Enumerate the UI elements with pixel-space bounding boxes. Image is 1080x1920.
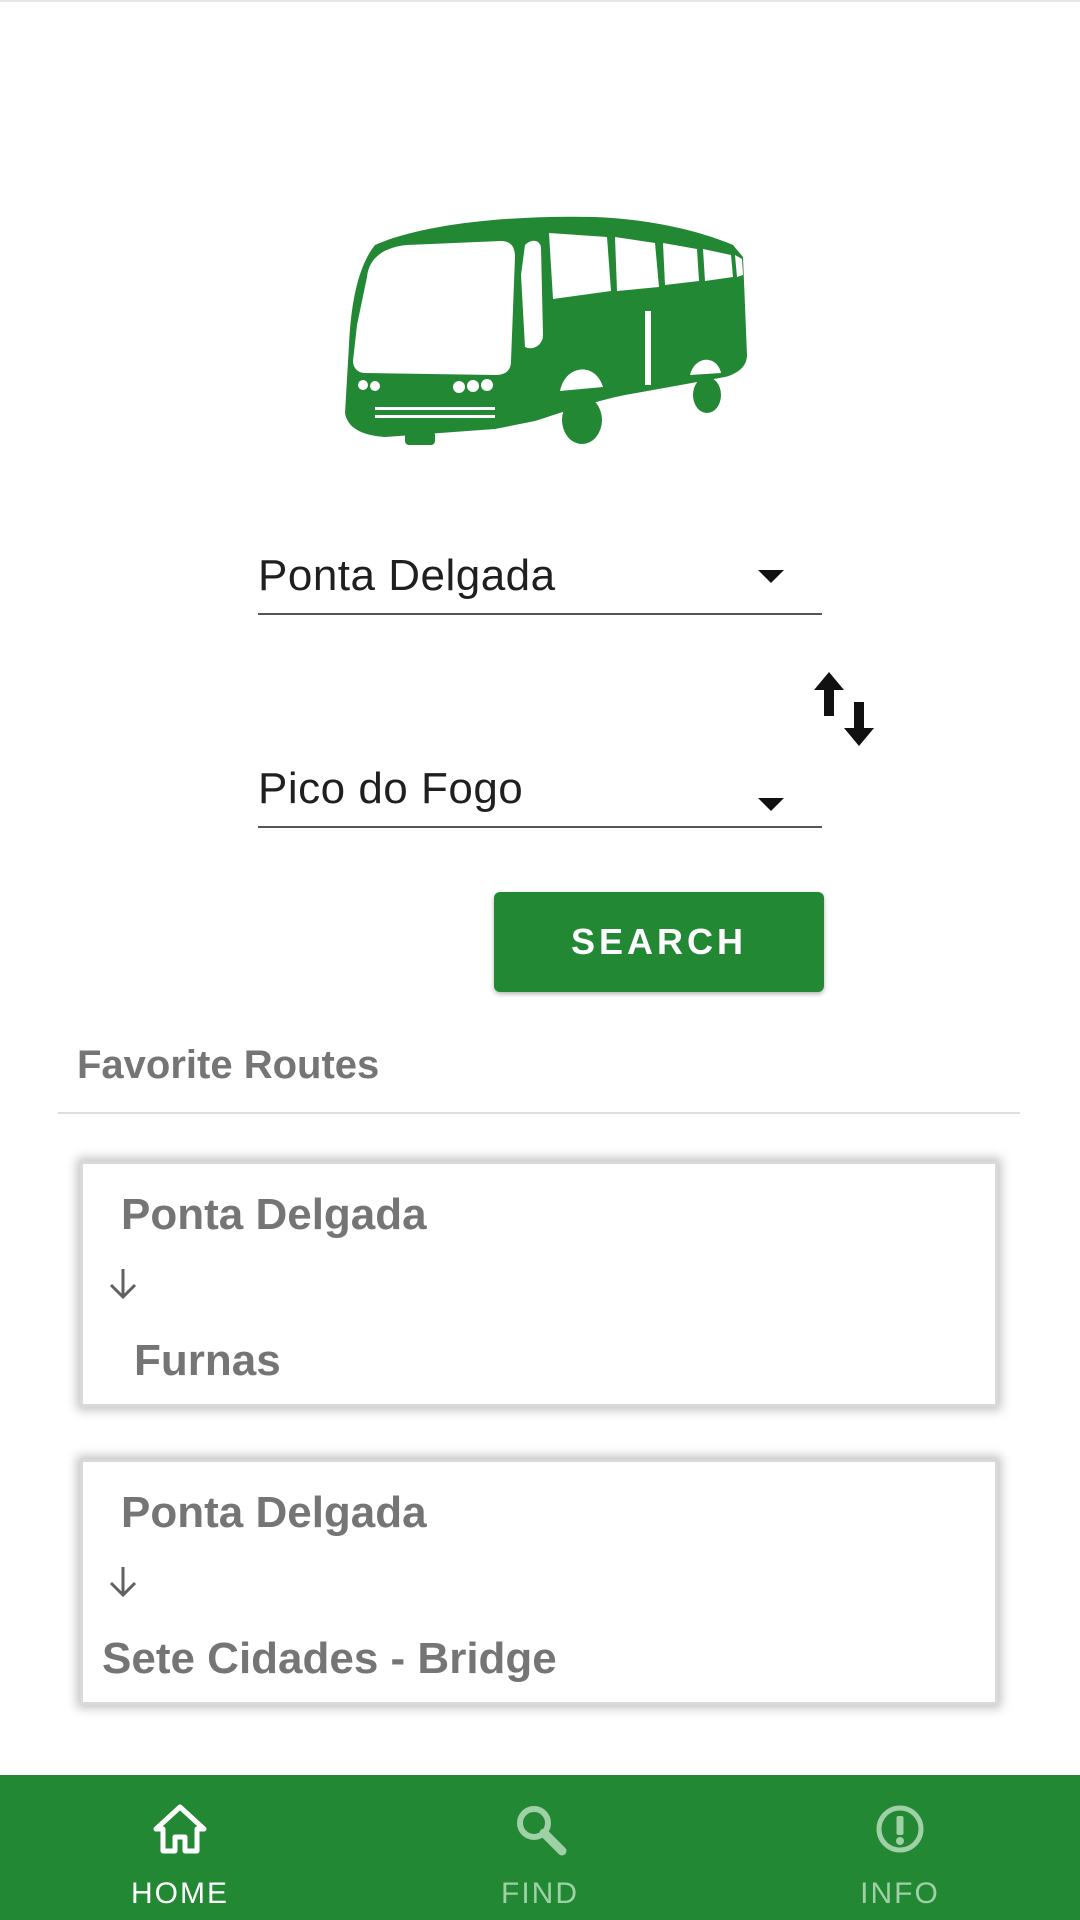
chevron-down-icon: [758, 570, 784, 583]
route-destination: Furnas: [134, 1336, 281, 1385]
favorite-route-card[interactable]: Ponta Delgada Sete Cidades - Bridge: [80, 1459, 998, 1705]
bus-icon: [345, 216, 747, 445]
section-divider: [58, 1112, 1020, 1114]
arrow-down-icon: [109, 1269, 137, 1300]
route-destination: Sete Cidades - Bridge: [102, 1634, 557, 1683]
nav-find[interactable]: FIND: [360, 1775, 720, 1920]
swap-vertical-icon[interactable]: [813, 672, 877, 746]
nav-label-info: INFO: [860, 1877, 940, 1910]
nav-info[interactable]: INFO: [720, 1775, 1080, 1920]
top-divider: [0, 0, 1080, 2]
origin-value: Ponta Delgada: [258, 551, 556, 600]
home-icon: [153, 1804, 207, 1854]
info-icon: [876, 1805, 924, 1853]
arrow-down-icon: [109, 1567, 137, 1598]
search-icon: [517, 1806, 567, 1856]
destination-value: Pico do Fogo: [258, 764, 524, 813]
chevron-down-icon: [758, 798, 784, 811]
favorites-title: Favorite Routes: [77, 1043, 380, 1087]
destination-dropdown[interactable]: Pico do Fogo: [258, 758, 822, 828]
favorite-route-card[interactable]: Ponta Delgada Furnas: [80, 1161, 998, 1407]
nav-home[interactable]: HOME: [0, 1775, 360, 1920]
bottom-navigation: HOME FIND INFO: [0, 1775, 1080, 1920]
nav-label-find: FIND: [501, 1877, 579, 1910]
nav-label-home: HOME: [131, 1877, 229, 1910]
search-button[interactable]: SEARCH: [494, 892, 824, 992]
route-origin: Ponta Delgada: [121, 1488, 427, 1537]
route-origin: Ponta Delgada: [121, 1190, 427, 1239]
origin-dropdown[interactable]: Ponta Delgada: [258, 545, 822, 615]
